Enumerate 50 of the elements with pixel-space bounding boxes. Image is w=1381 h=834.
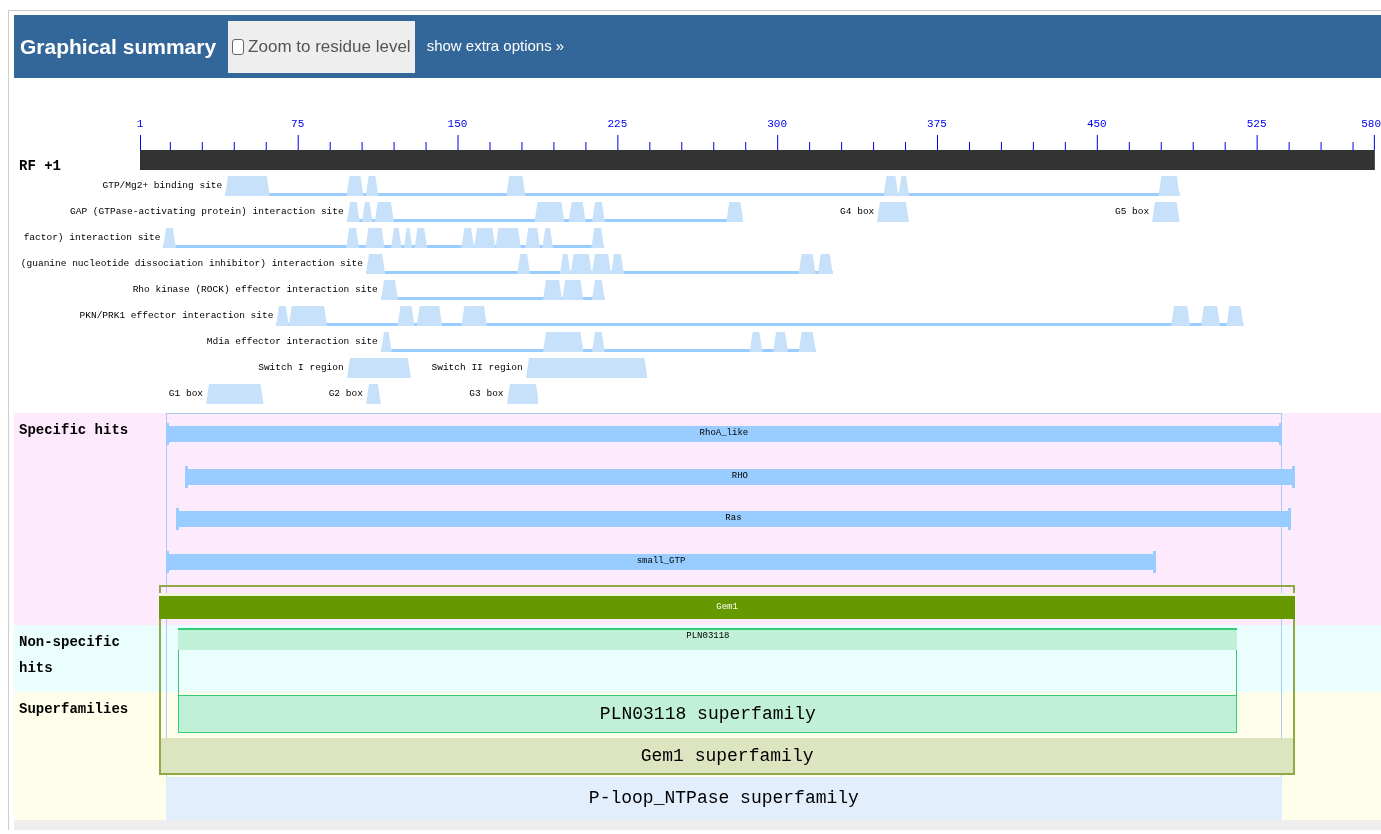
- hit-label: RhoA_like: [699, 427, 749, 441]
- superfamily-bar[interactable]: P-loop_NTPase superfamily: [165, 777, 1283, 820]
- superfamily-bar[interactable]: PLN03118 superfamily: [178, 695, 1238, 733]
- superfamily-label: PLN03118 superfamily: [599, 702, 816, 726]
- site-label: Switch II region: [431, 362, 523, 374]
- ruler-tick-label: 225: [607, 118, 628, 130]
- ruler-tick-label: 1: [136, 118, 144, 130]
- ruler-tick-label: 75: [291, 118, 305, 130]
- site-label: (guanine nucleotide dissociation inhibitor) interaction site: [20, 258, 363, 270]
- site-label: Mdia effector interaction site: [206, 336, 378, 348]
- superfamily-label: Gem1 superfamily: [640, 745, 814, 768]
- hit-label: small_GTP: [636, 555, 686, 569]
- section-label: Non-specific hits: [19, 633, 121, 678]
- site-track-drawing: [506, 382, 539, 404]
- ruler-tick-label: 375: [927, 118, 947, 130]
- site-label: G4 box: [840, 206, 875, 218]
- site-track-drawing: [206, 382, 264, 404]
- ruler-tick-label: 580: [1361, 118, 1381, 130]
- extra-options-link[interactable]: show extra options »: [426, 35, 565, 58]
- checkbox[interactable]: [232, 38, 245, 55]
- ruler-tick-label: 525: [1246, 118, 1267, 130]
- header-title: Graphical summary: [20, 33, 217, 60]
- zoom-checkbox-button[interactable]: Zoom to residue level: [228, 20, 415, 73]
- site-label: factor) interaction site: [23, 232, 161, 244]
- site-label: G3 box: [469, 388, 504, 400]
- ruler-tick-label: 150: [447, 118, 468, 130]
- hit-label: Ras: [725, 512, 742, 526]
- superfamily-label: P-loop_NTPase superfamily: [588, 787, 859, 810]
- site-label: G5 box: [1115, 206, 1150, 218]
- site-label: GAP (GTPase-activating protein) interaction site: [70, 206, 344, 218]
- reading-frame-label: RF +1: [19, 157, 61, 176]
- site-label: GTP/Mg2+ binding site: [102, 180, 223, 192]
- site-label: G1 box: [168, 388, 204, 400]
- site-track-drawing: [877, 200, 910, 222]
- site-label: Switch I region: [258, 362, 344, 374]
- section-label: Superfamilies: [19, 700, 129, 719]
- section-label: Specific hits: [19, 421, 129, 440]
- site-track-drawing: [365, 382, 381, 404]
- hit-label: RHO: [731, 470, 748, 484]
- site-track-drawing: [1152, 200, 1180, 222]
- site-label: PKN/PRK1 effector interaction site: [79, 310, 274, 322]
- ruler-tick-label: 450: [1086, 118, 1107, 130]
- superfamily-bar[interactable]: Gem1 superfamily: [159, 738, 1295, 775]
- site-label: Rho kinase (ROCK) effector interaction site: [132, 284, 378, 296]
- site-track-drawing: [346, 356, 411, 378]
- nonspecific-hit-bar[interactable]: PLN03118: [178, 628, 1238, 650]
- site-label: G2 box: [328, 388, 363, 400]
- hit-label: Gem1: [716, 600, 738, 614]
- ruler-tick-label: 300: [767, 118, 788, 130]
- hit-label: PLN03118: [686, 630, 730, 643]
